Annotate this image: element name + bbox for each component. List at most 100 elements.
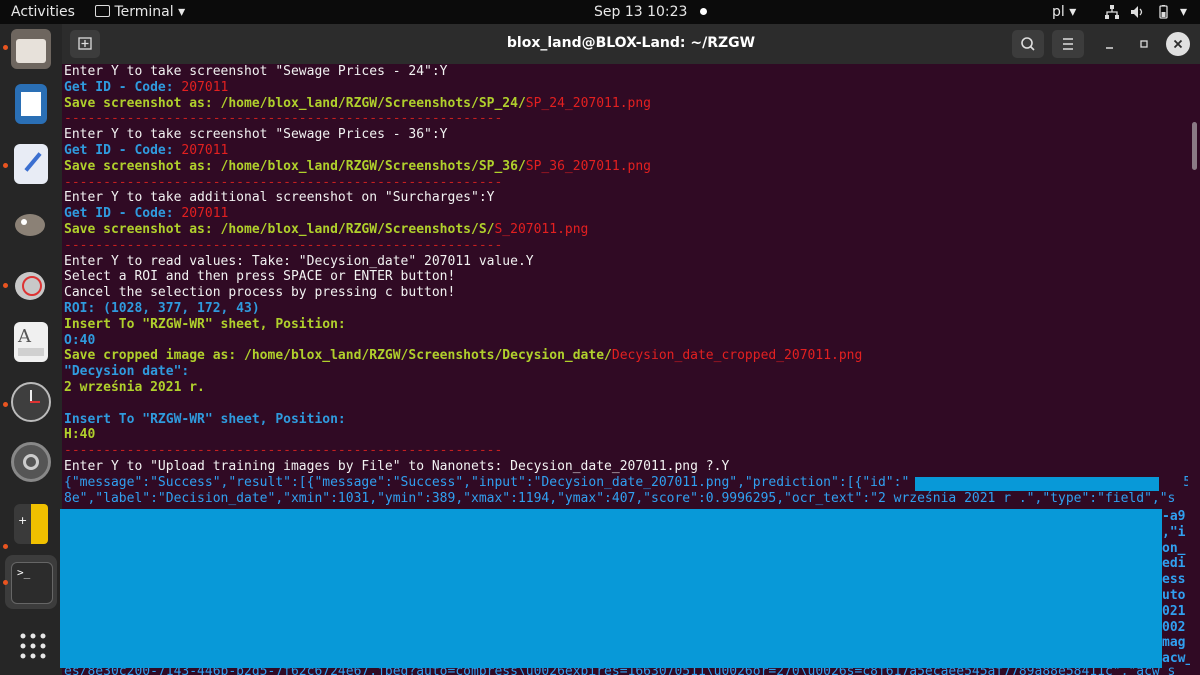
close-button[interactable] [1166,32,1190,56]
terminal-text: SP_24_207011.png [525,95,652,111]
terminal-text: SP_36_207011.png [525,158,652,174]
clock-icon[interactable] [11,382,51,422]
json-fragment: on_ [1162,540,1186,556]
terminal-text: Save screenshot as: /home/blox_land/RZGW… [64,95,526,111]
terminal-text: Save screenshot as: /home/blox_land/RZGW… [64,158,526,174]
json-fragment: acw_s [1162,651,1190,667]
close-icon [1173,39,1183,49]
terminal-line: Save screenshot as: /home/blox_land/RZGW… [62,96,1188,112]
keyboard-layout-label: pl [1052,4,1065,20]
terminal-text: Insert To "RZGW-WR" sheet, Position: [64,316,346,332]
terminal-line: Save screenshot as: /home/blox_land/RZGW… [62,222,1188,238]
json-right-fragments: -a9,"ion_ediessuto021002magacw_s [1162,509,1190,675]
terminal-text: Enter Y to take additional screenshot on… [64,190,495,206]
json-fragment: ess [1162,572,1186,588]
target-icon[interactable] [11,264,51,304]
activities-button[interactable]: Activities [11,4,75,20]
terminal-line: ----------------------------------------… [62,443,1188,459]
running-indicator [3,580,8,585]
redaction-block [60,509,1162,668]
terminal-text: 207011 [181,206,229,222]
terminal-icon[interactable]: >_ [11,562,53,604]
minimize-button[interactable] [1098,30,1122,58]
terminal-text: ----------------------------------------… [64,111,503,127]
terminal-text: ----------------------------------------… [64,443,503,459]
dock: A + >_ [0,24,62,675]
json-fragment: mag [1162,635,1186,651]
terminal-scrollbar[interactable] [1190,64,1200,675]
terminal-text: Insert To "RZGW-WR" sheet, Position: [64,411,346,427]
terminal-text: H:40 [64,427,96,443]
json-fragment: 021 [1162,603,1186,619]
volume-icon[interactable] [1130,5,1144,19]
document-viewer-icon[interactable]: A [14,322,48,362]
terminal-text: ----------------------------------------… [64,237,503,253]
terminal-line: Save cropped image as: /home/blox_land/R… [62,348,1188,364]
app-menu-label: Terminal [114,4,174,20]
terminal-line: Enter Y to take additional screenshot on… [62,190,1188,206]
clock[interactable]: Sep 13 10:23 [594,4,707,20]
terminal-text: 8e","label":"Decision_date","xmin":1031,… [64,490,1176,506]
window-titlebar[interactable]: blox_land@BLOX-Land: ~/RZGW [62,24,1200,64]
terminal-text: Enter Y to take screenshot "Sewage Price… [64,127,448,143]
settings-icon[interactable] [11,442,51,482]
top-bar: Activities Terminal ▾ Sep 13 10:23 pl ▾ … [0,0,1200,24]
terminal-text: S_207011.png [494,221,589,237]
keyboard-layout[interactable]: pl ▾ [1052,4,1076,20]
running-indicator [3,163,8,168]
terminal-glyph: >_ [17,566,31,579]
maximize-button[interactable] [1132,30,1156,58]
search-button[interactable] [1012,30,1044,58]
scrollbar-thumb[interactable] [1192,122,1197,170]
files-icon[interactable] [11,29,51,69]
terminal-line: 2 września 2021 r. [62,380,1188,396]
terminal-line: Cancel the selection process by pressing… [62,285,1188,301]
terminal-line: O:40 [62,333,1188,349]
terminal-text: 207011 [181,79,229,95]
json-fragment: -a9 [1162,509,1186,524]
terminal-line: Enter Y to take screenshot "Sewage Price… [62,64,1188,80]
terminal-line: Get ID - Code: 207011 [62,80,1188,96]
app-menu[interactable]: Terminal ▾ [95,4,185,20]
terminal-text: Get ID - Code: [64,142,182,158]
redaction-bar [915,477,1159,491]
clock-label: Sep 13 10:23 [594,4,688,20]
terminal-line: Insert To "RZGW-WR" sheet, Position: [62,412,1188,428]
terminal-text: Enter Y to "Upload training images by Fi… [64,458,730,474]
terminal-line: Insert To "RZGW-WR" sheet, Position: [62,317,1188,333]
json-fragment: 002 [1162,619,1186,635]
running-indicator [3,283,8,288]
search-icon [1021,37,1035,51]
terminal-text: Get ID - Code: [64,206,182,222]
text-editor-icon[interactable] [14,144,48,184]
network-icon[interactable] [1105,5,1119,19]
chevron-down-icon: ▾ [1069,4,1077,20]
terminal-line: Select a ROI and then press SPACE or ENT… [62,269,1188,285]
terminal-line: ----------------------------------------… [62,175,1188,191]
calculator-icon[interactable]: + [14,504,48,544]
terminal-small-icon [95,5,110,17]
terminal-text: 207011 [181,142,229,158]
terminal-line: Save screenshot as: /home/blox_land/RZGW… [62,159,1188,175]
terminal-text: Cancel the selection process by pressing… [64,285,456,301]
battery-icon[interactable] [1156,5,1170,19]
terminal-text: Select a ROI and then press SPACE or ENT… [64,269,456,285]
system-menu-chevron-icon[interactable]: ▾ [1180,4,1187,20]
chevron-down-icon: ▾ [178,4,186,20]
json-fragment: ,"i [1162,524,1186,540]
gimp-icon[interactable] [11,204,51,244]
terminal-text: Enter Y to take screenshot "Sewage Price… [64,64,448,79]
terminal-line: Enter Y to "Upload training images by Fi… [62,459,1188,475]
running-indicator [3,544,8,549]
terminal-line: H:40 [62,427,1188,443]
notification-dot-icon [699,8,707,15]
terminal-text: ROI: (1028, 377, 172, 43) [64,300,260,316]
minimize-icon [1106,47,1113,49]
show-applications-icon[interactable] [19,632,47,660]
hamburger-icon [1063,38,1073,50]
terminal-line: Get ID - Code: 207011 [62,206,1188,222]
running-indicator [3,402,8,407]
document-icon[interactable] [15,84,47,124]
menu-button[interactable] [1052,30,1084,58]
